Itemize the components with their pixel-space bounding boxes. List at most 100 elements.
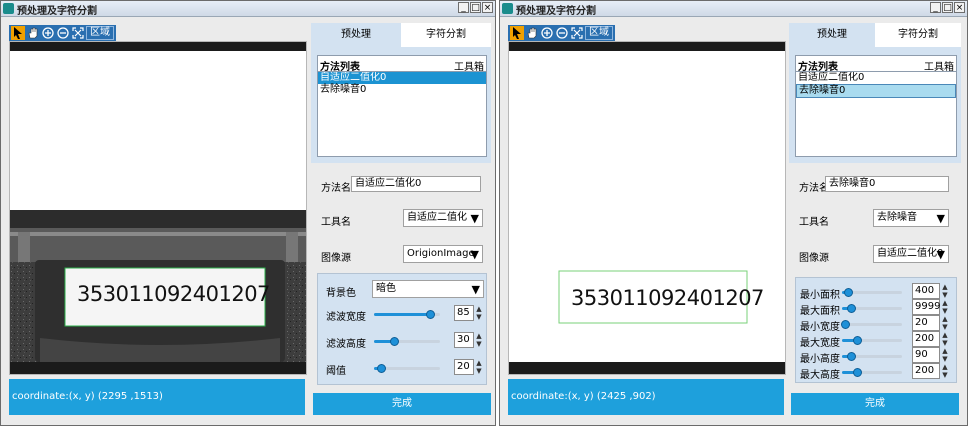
slider-handle[interactable] xyxy=(853,336,862,345)
spin-arrows-icon[interactable]: ▲ ▼ xyxy=(941,315,949,331)
tab-preprocess[interactable]: 预处理 xyxy=(789,23,875,47)
fit-screen-icon[interactable] xyxy=(71,26,85,40)
hand-icon[interactable] xyxy=(525,26,539,40)
value-spinbox[interactable]: 9999 xyxy=(912,299,940,315)
slider-track[interactable] xyxy=(842,368,902,377)
spin-arrows-icon[interactable]: ▲ ▼ xyxy=(941,363,949,379)
value-spinbox[interactable]: 30 xyxy=(454,332,474,348)
spin-arrows-icon[interactable]: ▲ ▼ xyxy=(941,283,949,299)
done-button[interactable]: 完成 xyxy=(313,393,491,415)
parameter-group: 最小面积 400 ▲ ▼ 最大面积 9999 ▲ ▼ 最小宽度 20 ▲ ▼ 最大宽度 200 ▲ ▼ 最小高度… xyxy=(795,277,957,383)
pointer-icon[interactable] xyxy=(11,26,25,40)
slider-handle[interactable] xyxy=(847,304,856,313)
spin-arrows-icon[interactable]: ▲ ▼ xyxy=(475,332,483,348)
tool-name-select[interactable]: 去除噪音 ▼ xyxy=(873,209,949,227)
slider-track[interactable] xyxy=(374,337,440,346)
tab-bar: 预处理 字符分割 xyxy=(311,23,491,47)
slider-track[interactable] xyxy=(374,310,440,319)
method-item-adaptive-binarize[interactable]: 自适应二值化0 xyxy=(318,72,486,84)
maximize-button[interactable]: □ xyxy=(942,2,953,13)
tool-name-value: 自适应二值化 xyxy=(407,212,467,223)
slider-track[interactable] xyxy=(841,320,902,329)
minimize-button[interactable]: _ xyxy=(458,2,469,13)
slider-label: 滤波宽度 xyxy=(326,312,366,323)
slider-handle[interactable] xyxy=(844,288,853,297)
slider-handle[interactable] xyxy=(853,368,862,377)
method-name-field[interactable]: 自适应二值化0 xyxy=(351,176,481,192)
slider-track[interactable] xyxy=(374,364,440,373)
slider-handle[interactable] xyxy=(426,310,436,319)
slider-handle[interactable] xyxy=(847,352,856,361)
parameter-group: 背景色 暗色 ▼ 滤波宽度 85 ▲ ▼ 滤波高度 30 ▲ ▼ 阈值 20 ▲ ▼ xyxy=(317,273,487,385)
coordinate-status-bar: coordinate:(x, y) (2425 ,902) xyxy=(508,379,784,415)
spin-arrows-icon[interactable]: ▲ ▼ xyxy=(941,347,949,363)
title-bar: 预处理及字符分割 _ □ × xyxy=(500,1,967,17)
tab-char-segmentation[interactable]: 字符分割 xyxy=(875,23,961,47)
slider-handle[interactable] xyxy=(841,320,850,329)
method-properties: 方法名 自适应二值化0 工具名 自适应二值化 ▼ 图像源 OrigionImag… xyxy=(311,163,491,385)
toolbox-menu[interactable]: 工具箱 xyxy=(454,58,484,73)
fit-screen-icon[interactable] xyxy=(570,26,584,40)
zoom-in-icon[interactable] xyxy=(540,26,554,40)
slider-track[interactable] xyxy=(842,352,902,361)
close-button[interactable]: × xyxy=(482,2,493,13)
region-button[interactable]: 区域 xyxy=(86,26,114,40)
tab-preprocess[interactable]: 预处理 xyxy=(311,23,401,47)
chevron-down-icon: ▼ xyxy=(936,248,945,261)
spin-arrows-icon[interactable]: ▲ ▼ xyxy=(941,331,949,347)
value-spinbox[interactable]: 85 xyxy=(454,305,474,321)
method-item-denoise[interactable]: 去除噪音0 xyxy=(796,84,956,98)
chevron-down-icon: ▼ xyxy=(471,283,480,296)
image-bottom-strip xyxy=(509,362,785,374)
zoom-in-icon[interactable] xyxy=(41,26,55,40)
pointer-icon[interactable] xyxy=(510,26,524,40)
spin-arrows-icon[interactable]: ▲ ▼ xyxy=(941,299,949,315)
image-canvas[interactable]: 353011092401207 xyxy=(9,41,307,375)
slider-track[interactable] xyxy=(842,288,902,297)
slider-row: 阈值 20 ▲ ▼ xyxy=(318,358,486,378)
value-spinbox[interactable]: 400 xyxy=(912,283,940,299)
minimize-button[interactable]: _ xyxy=(930,2,941,13)
slider-row: 滤波高度 30 ▲ ▼ xyxy=(318,331,486,351)
spin-arrows-icon[interactable]: ▲ ▼ xyxy=(475,305,483,321)
method-item-denoise[interactable]: 去除噪音0 xyxy=(318,84,486,96)
image-source-select[interactable]: OrigionImage ▼ xyxy=(403,245,483,263)
method-list-header: 方法列表 工具箱 xyxy=(796,56,956,73)
method-name-field[interactable]: 去除噪音0 xyxy=(825,176,949,192)
tool-name-select[interactable]: 自适应二值化 ▼ xyxy=(403,209,483,227)
coordinate-status-bar: coordinate:(x, y) (2295 ,1513) xyxy=(9,379,305,415)
value-spinbox[interactable]: 20 xyxy=(912,315,940,331)
value-spinbox[interactable]: 90 xyxy=(912,347,940,363)
maximize-button[interactable]: □ xyxy=(470,2,481,13)
slider-track[interactable] xyxy=(842,304,902,313)
slider-handle[interactable] xyxy=(376,364,386,373)
image-canvas[interactable]: 353011092401207 xyxy=(508,41,786,375)
region-button[interactable]: 区域 xyxy=(585,26,613,40)
hand-icon[interactable] xyxy=(26,26,40,40)
toolbox-menu[interactable]: 工具箱 xyxy=(924,58,954,73)
spin-arrows-icon[interactable]: ▲ ▼ xyxy=(475,359,483,375)
coordinate-label: coordinate:(x, y) xyxy=(511,391,594,402)
value-spinbox[interactable]: 200 xyxy=(912,363,940,379)
zoom-out-icon[interactable] xyxy=(555,26,569,40)
value-spinbox[interactable]: 200 xyxy=(912,331,940,347)
done-button[interactable]: 完成 xyxy=(791,393,959,415)
method-item-adaptive-binarize[interactable]: 自适应二值化0 xyxy=(796,72,956,84)
background-label: 背景色 xyxy=(326,288,356,299)
left-window: 预处理及字符分割 _ □ × 区域 353011092401207 coordi… xyxy=(0,0,496,426)
image-source-select[interactable]: 自适应二值化0 ▼ xyxy=(873,245,949,263)
settings-panel: 预处理 字符分割 方法列表 工具箱 自适应二值化0 去除噪音0 方法名 去除噪音… xyxy=(789,23,961,385)
slider-track[interactable] xyxy=(842,336,902,345)
settings-panel: 预处理 字符分割 方法列表 工具箱 自适应二值化0 去除噪音0 方法名 自适应二… xyxy=(311,23,491,385)
background-select[interactable]: 暗色 ▼ xyxy=(372,280,484,298)
tab-char-segmentation[interactable]: 字符分割 xyxy=(401,23,491,47)
close-button[interactable]: × xyxy=(954,2,965,13)
zoom-out-icon[interactable] xyxy=(56,26,70,40)
value-spinbox[interactable]: 20 xyxy=(454,359,474,375)
tool-name-value: 去除噪音 xyxy=(877,212,917,223)
background-value: 暗色 xyxy=(376,283,396,294)
tool-name-label: 工具名 xyxy=(799,217,829,228)
slider-handle[interactable] xyxy=(389,337,399,346)
title-bar: 预处理及字符分割 _ □ × xyxy=(1,1,495,17)
window-title: 预处理及字符分割 xyxy=(17,6,97,17)
